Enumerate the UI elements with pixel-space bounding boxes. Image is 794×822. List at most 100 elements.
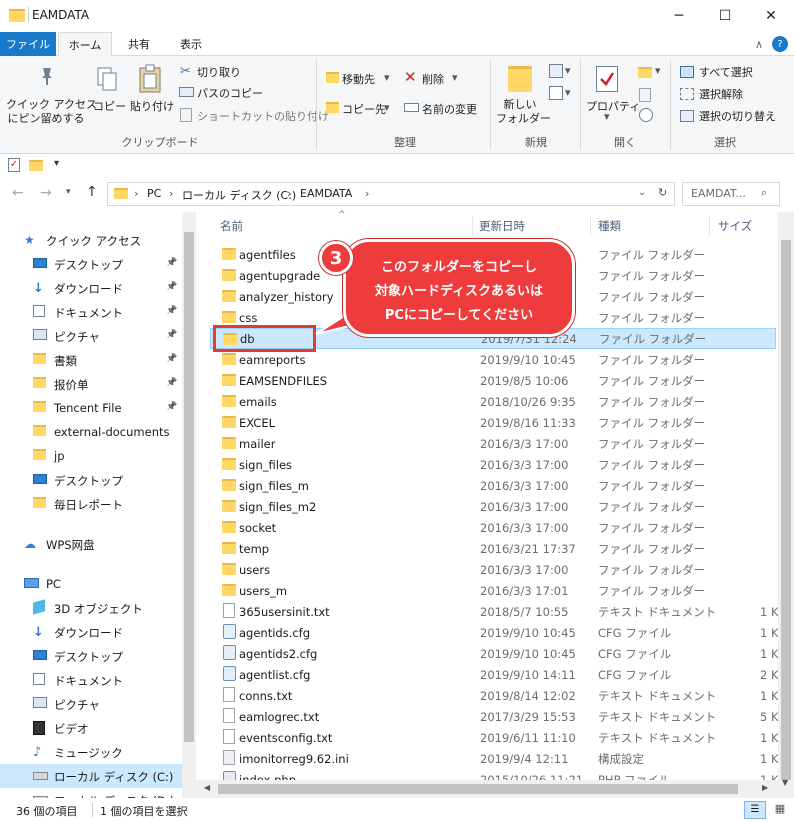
copy-path-button[interactable]: パスのコピー: [197, 85, 263, 101]
nav-item[interactable]: 报价单 📌: [0, 372, 182, 396]
paste-button[interactable]: 貼り付け: [130, 98, 174, 114]
copy-to-button[interactable]: コピー先: [342, 101, 386, 117]
tab-file[interactable]: ファイル: [0, 32, 56, 56]
file-row[interactable]: sign_files 2016/3/3 17:00 ファイル フォルダー: [210, 454, 776, 475]
nav-item[interactable]: ビデオ: [0, 716, 182, 740]
nav-item[interactable]: ローカル ディスク (C:): [0, 764, 182, 788]
nav-item[interactable]: 毎日レポート: [0, 492, 182, 516]
nav-item[interactable]: ドキュメント 📌: [0, 300, 182, 324]
nav-item[interactable]: ピクチャ 📌: [0, 324, 182, 348]
pin-quick-access-button[interactable]: クイック アクセス にピン留めする: [6, 98, 97, 126]
close-button[interactable]: ✕: [748, 0, 794, 32]
new-folder-button[interactable]: 新しい フォルダー: [496, 98, 551, 126]
refresh-icon[interactable]: ↻: [658, 186, 667, 199]
maximize-button[interactable]: ☐: [702, 0, 748, 32]
file-row[interactable]: mailer 2016/3/3 17:00 ファイル フォルダー: [210, 433, 776, 454]
file-row[interactable]: conns.txt 2019/8/14 12:02 テキスト ドキュメント 1 K: [210, 685, 779, 706]
nav-item[interactable]: 3D オブジェクト: [0, 596, 182, 620]
horizontal-scrollbar[interactable]: ◀ ▶: [196, 780, 778, 798]
back-button[interactable]: ←: [12, 185, 24, 201]
nav-item[interactable]: デスクトップ 📌: [0, 252, 182, 276]
select-all-button[interactable]: すべて選択: [699, 64, 753, 80]
new-folder-qat-icon[interactable]: [29, 160, 43, 171]
easy-access-dropdown-icon[interactable]: ▾: [565, 86, 571, 99]
nav-item[interactable]: ★ クイック アクセス: [0, 228, 182, 252]
tab-home[interactable]: ホーム: [58, 32, 112, 57]
file-row[interactable]: users_m 2016/3/3 17:01 ファイル フォルダー: [210, 580, 776, 601]
file-list-scrollbar[interactable]: ▼: [778, 212, 794, 798]
delete-dropdown-icon[interactable]: ▾: [452, 71, 458, 84]
file-row[interactable]: sign_files_m2 2016/3/3 17:00 ファイル フォルダー: [210, 496, 776, 517]
nav-item[interactable]: デスクトップ: [0, 644, 182, 668]
file-row[interactable]: sign_files_m 2016/3/3 17:00 ファイル フォルダー: [210, 475, 776, 496]
properties-qat-icon[interactable]: ✓: [8, 158, 20, 172]
file-row[interactable]: emails 2018/10/26 9:35 ファイル フォルダー: [210, 391, 776, 412]
nav-item[interactable]: ↓ ダウンロード 📌: [0, 276, 182, 300]
file-row[interactable]: agentlist.cfg 2019/9/10 14:11 CFG ファイル 2 K: [210, 664, 779, 685]
nav-scrollbar[interactable]: [182, 212, 196, 798]
scroll-left-icon[interactable]: ◀: [204, 783, 210, 792]
up-button[interactable]: ↑: [86, 184, 98, 200]
nav-item[interactable]: ドキュメント: [0, 668, 182, 692]
nav-item[interactable]: ♪ ミュージック: [0, 740, 182, 764]
nav-item[interactable]: jp: [0, 444, 182, 468]
file-row[interactable]: agentids2.cfg 2019/9/10 10:45 CFG ファイル 1 K: [210, 643, 779, 664]
minimize-button[interactable]: ─: [656, 0, 702, 32]
recent-dropdown-icon[interactable]: ▾: [66, 187, 71, 197]
file-row[interactable]: imonitorreg9.62.ini 2019/9/4 12:11 構成設定 1 K: [210, 748, 779, 769]
nav-item[interactable]: ↓ ダウンロード: [0, 620, 182, 644]
nav-item[interactable]: デスクトップ: [0, 468, 182, 492]
move-to-button[interactable]: 移動先: [342, 71, 375, 87]
cfg-file-icon: [223, 666, 236, 681]
delete-button[interactable]: 削除: [422, 71, 444, 87]
move-to-dropdown-icon[interactable]: ▾: [384, 71, 390, 84]
file-row[interactable]: eamlogrec.txt 2017/3/29 15:53 テキスト ドキュメント 5…: [210, 706, 779, 727]
hscroll-thumb[interactable]: [218, 784, 738, 794]
nav-item[interactable]: external-documents: [0, 420, 182, 444]
nav-item[interactable]: Tencent File 📌: [0, 396, 182, 420]
forward-button[interactable]: →: [40, 185, 52, 201]
details-view-icon[interactable]: ☰: [744, 801, 766, 819]
search-input[interactable]: EAMDAT... ⌕: [682, 182, 780, 206]
copy-to-dropdown-icon[interactable]: ▾: [384, 101, 390, 114]
file-row[interactable]: EAMSENDFILES 2019/8/5 10:06 ファイル フォルダー: [210, 370, 776, 391]
file-scroll-thumb[interactable]: [781, 240, 791, 780]
open-dropdown-icon[interactable]: ▾: [655, 64, 661, 77]
breadcrumb-pc[interactable]: PC: [147, 187, 161, 200]
scroll-down-icon[interactable]: ▼: [782, 778, 788, 787]
nav-item[interactable]: ☁ WPS网盘: [0, 532, 182, 556]
breadcrumb-local-disk[interactable]: ローカル ディスク (C:): [182, 187, 296, 203]
copy-button[interactable]: コピー: [93, 98, 126, 114]
address-bar[interactable]: › PC › ローカル ディスク (C:) › EAMDATA › ⌄ ↻: [107, 182, 675, 206]
nav-item[interactable]: 書類 📌: [0, 348, 182, 372]
paste-shortcut-button[interactable]: ショートカットの貼り付け: [197, 108, 329, 124]
help-button[interactable]: ?: [772, 36, 788, 52]
nav-item[interactable]: ピクチャ: [0, 692, 182, 716]
large-icons-view-icon[interactable]: ▦: [770, 801, 790, 819]
file-row[interactable]: EXCEL 2019/8/16 11:33 ファイル フォルダー: [210, 412, 776, 433]
nav-item[interactable]: ローカル ディスク (D:): [0, 788, 182, 798]
new-item-dropdown-icon[interactable]: ▾: [565, 64, 571, 77]
address-dropdown-icon[interactable]: ⌄: [638, 187, 646, 198]
nav-item[interactable]: PC: [0, 572, 182, 596]
file-row[interactable]: agentids.cfg 2019/9/10 10:45 CFG ファイル 1 K: [210, 622, 779, 643]
file-row[interactable]: eamreports 2019/9/10 10:45 ファイル フォルダー: [210, 349, 776, 370]
properties-button[interactable]: プロパティ: [586, 98, 640, 114]
file-row[interactable]: temp 2016/3/21 17:37 ファイル フォルダー: [210, 538, 776, 559]
properties-dropdown-icon[interactable]: ▾: [604, 110, 610, 123]
tab-view[interactable]: 表示: [168, 32, 214, 56]
file-row[interactable]: users 2016/3/3 17:00 ファイル フォルダー: [210, 559, 776, 580]
tab-share[interactable]: 共有: [116, 32, 162, 56]
invert-selection-button[interactable]: 選択の切り替え: [699, 108, 776, 124]
file-row[interactable]: socket 2016/3/3 17:00 ファイル フォルダー: [210, 517, 776, 538]
file-row[interactable]: eventsconfig.txt 2019/6/11 11:10 テキスト ドキュメ…: [210, 727, 779, 748]
rename-button[interactable]: 名前の変更: [422, 101, 477, 117]
breadcrumb-eamdata[interactable]: EAMDATA: [300, 187, 352, 200]
nav-scroll-thumb[interactable]: [184, 232, 194, 742]
cut-button[interactable]: 切り取り: [197, 64, 241, 80]
scroll-right-icon[interactable]: ▶: [762, 783, 768, 792]
ribbon-collapse-button[interactable]: ∧: [750, 32, 768, 56]
select-none-button[interactable]: 選択解除: [699, 86, 743, 102]
file-row[interactable]: 365usersinit.txt 2018/5/7 10:55 テキスト ドキュメン…: [210, 601, 779, 622]
qat-customize-icon[interactable]: ▾: [54, 158, 59, 169]
